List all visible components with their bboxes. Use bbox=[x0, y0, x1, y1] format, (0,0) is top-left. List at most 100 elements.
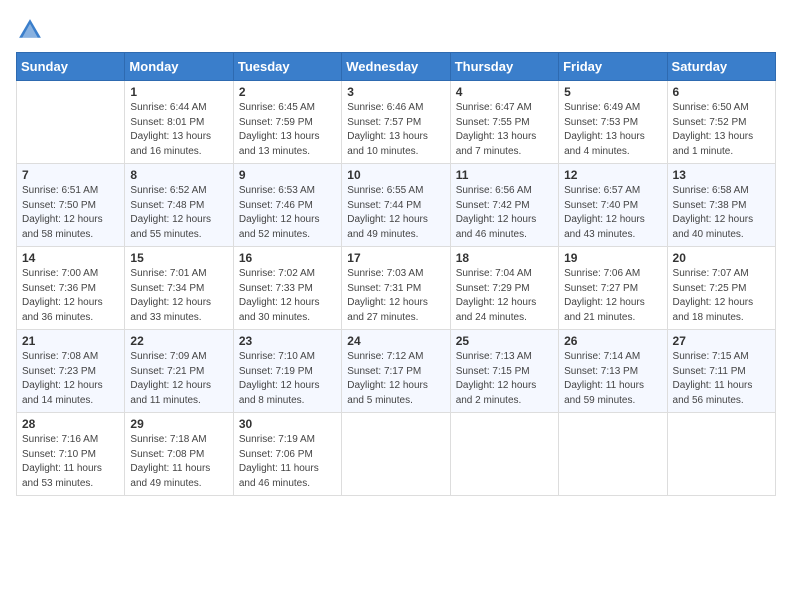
calendar-week-row: 21 Sunrise: 7:08 AMSunset: 7:23 PMDayligh… bbox=[17, 330, 776, 413]
day-info: Sunrise: 7:16 AMSunset: 7:10 PMDaylight:… bbox=[22, 433, 119, 491]
calendar-cell: 20 Sunrise: 7:07 AMSunset: 7:25 PMDayligh… bbox=[667, 247, 775, 330]
day-info: Sunrise: 6:58 AMSunset: 7:38 PMDaylight:… bbox=[673, 184, 770, 242]
day-number: 20 bbox=[673, 251, 770, 265]
day-info: Sunrise: 6:52 AMSunset: 7:48 PMDaylight:… bbox=[130, 184, 227, 242]
logo bbox=[16, 16, 48, 44]
day-info: Sunrise: 7:08 AMSunset: 7:23 PMDaylight:… bbox=[22, 350, 119, 408]
day-info: Sunrise: 7:14 AMSunset: 7:13 PMDaylight:… bbox=[564, 350, 661, 408]
day-info: Sunrise: 6:47 AMSunset: 7:55 PMDaylight:… bbox=[456, 101, 553, 159]
calendar-cell: 5Sunrise: 6:49 AMSunset: 7:53 PMDaylight… bbox=[559, 81, 667, 164]
day-info: Sunrise: 7:01 AMSunset: 7:34 PMDaylight:… bbox=[130, 267, 227, 325]
day-number: 14 bbox=[22, 251, 119, 265]
calendar-cell: 6 Sunrise: 6:50 AMSunset: 7:52 PMDaylight… bbox=[667, 81, 775, 164]
calendar-week-row: 1 Sunrise: 6:44 AMSunset: 8:01 PMDaylight… bbox=[17, 81, 776, 164]
calendar-cell: 23 Sunrise: 7:10 AMSunset: 7:19 PMDayligh… bbox=[233, 330, 341, 413]
calendar-cell: 19 Sunrise: 7:06 AMSunset: 7:27 PMDayligh… bbox=[559, 247, 667, 330]
day-info: Sunrise: 7:03 AMSunset: 7:31 PMDaylight:… bbox=[347, 267, 444, 325]
day-info: Sunrise: 7:10 AMSunset: 7:19 PMDaylight:… bbox=[239, 350, 336, 408]
day-number: 19 bbox=[564, 251, 661, 265]
calendar-week-row: 7 Sunrise: 6:51 AMSunset: 7:50 PMDaylight… bbox=[17, 164, 776, 247]
calendar-table: SundayMondayTuesdayWednesdayThursdayFrid… bbox=[16, 52, 776, 496]
calendar-cell: 22 Sunrise: 7:09 AMSunset: 7:21 PMDayligh… bbox=[125, 330, 233, 413]
day-number: 1 bbox=[130, 85, 227, 99]
calendar-cell bbox=[450, 413, 558, 496]
day-number: 24 bbox=[347, 334, 444, 348]
day-info: Sunrise: 6:53 AMSunset: 7:46 PMDaylight:… bbox=[239, 184, 336, 242]
calendar-cell: 10 Sunrise: 6:55 AMSunset: 7:44 PMDayligh… bbox=[342, 164, 450, 247]
calendar-cell bbox=[559, 413, 667, 496]
calendar-cell: 26 Sunrise: 7:14 AMSunset: 7:13 PMDayligh… bbox=[559, 330, 667, 413]
page-header bbox=[16, 16, 776, 44]
day-number: 25 bbox=[456, 334, 553, 348]
calendar-cell: 11 Sunrise: 6:56 AMSunset: 7:42 PMDayligh… bbox=[450, 164, 558, 247]
day-number: 28 bbox=[22, 417, 119, 431]
calendar-header-row: SundayMondayTuesdayWednesdayThursdayFrid… bbox=[17, 53, 776, 81]
day-of-week-header: Wednesday bbox=[342, 53, 450, 81]
day-number: 2 bbox=[239, 85, 336, 99]
day-info: Sunrise: 6:45 AMSunset: 7:59 PMDaylight:… bbox=[239, 101, 336, 159]
calendar-cell: 18 Sunrise: 7:04 AMSunset: 7:29 PMDayligh… bbox=[450, 247, 558, 330]
day-info: Sunrise: 7:00 AMSunset: 7:36 PMDaylight:… bbox=[22, 267, 119, 325]
day-info: Sunrise: 6:51 AMSunset: 7:50 PMDaylight:… bbox=[22, 184, 119, 242]
day-number: 21 bbox=[22, 334, 119, 348]
calendar-cell: 30 Sunrise: 7:19 AMSunset: 7:06 PMDayligh… bbox=[233, 413, 341, 496]
day-number: 30 bbox=[239, 417, 336, 431]
day-number: 17 bbox=[347, 251, 444, 265]
day-info: Sunrise: 6:44 AMSunset: 8:01 PMDaylight:… bbox=[130, 101, 227, 159]
calendar-cell: 25 Sunrise: 7:13 AMSunset: 7:15 PMDayligh… bbox=[450, 330, 558, 413]
calendar-cell: 29Sunrise: 7:18 AMSunset: 7:08 PMDayligh… bbox=[125, 413, 233, 496]
day-info: Sunrise: 7:19 AMSunset: 7:06 PMDaylight:… bbox=[239, 433, 336, 491]
day-number: 6 bbox=[673, 85, 770, 99]
calendar-cell bbox=[667, 413, 775, 496]
logo-icon bbox=[16, 16, 44, 44]
day-of-week-header: Friday bbox=[559, 53, 667, 81]
day-number: 15 bbox=[130, 251, 227, 265]
day-number: 8 bbox=[130, 168, 227, 182]
day-number: 27 bbox=[673, 334, 770, 348]
calendar-cell: 2 Sunrise: 6:45 AMSunset: 7:59 PMDaylight… bbox=[233, 81, 341, 164]
day-number: 4 bbox=[456, 85, 553, 99]
day-info: Sunrise: 7:07 AMSunset: 7:25 PMDaylight:… bbox=[673, 267, 770, 325]
day-number: 13 bbox=[673, 168, 770, 182]
day-number: 16 bbox=[239, 251, 336, 265]
day-number: 10 bbox=[347, 168, 444, 182]
day-info: Sunrise: 7:12 AMSunset: 7:17 PMDaylight:… bbox=[347, 350, 444, 408]
day-info: Sunrise: 7:04 AMSunset: 7:29 PMDaylight:… bbox=[456, 267, 553, 325]
day-info: Sunrise: 6:55 AMSunset: 7:44 PMDaylight:… bbox=[347, 184, 444, 242]
calendar-cell bbox=[17, 81, 125, 164]
calendar-cell: 4 Sunrise: 6:47 AMSunset: 7:55 PMDaylight… bbox=[450, 81, 558, 164]
day-info: Sunrise: 6:57 AMSunset: 7:40 PMDaylight:… bbox=[564, 184, 661, 242]
day-number: 22 bbox=[130, 334, 227, 348]
calendar-cell: 16Sunrise: 7:02 AMSunset: 7:33 PMDayligh… bbox=[233, 247, 341, 330]
calendar-week-row: 28 Sunrise: 7:16 AMSunset: 7:10 PMDayligh… bbox=[17, 413, 776, 496]
day-info: Sunrise: 7:09 AMSunset: 7:21 PMDaylight:… bbox=[130, 350, 227, 408]
day-info: Sunrise: 7:15 AMSunset: 7:11 PMDaylight:… bbox=[673, 350, 770, 408]
day-of-week-header: Thursday bbox=[450, 53, 558, 81]
calendar-week-row: 14 Sunrise: 7:00 AMSunset: 7:36 PMDayligh… bbox=[17, 247, 776, 330]
day-info: Sunrise: 7:13 AMSunset: 7:15 PMDaylight:… bbox=[456, 350, 553, 408]
day-of-week-header: Saturday bbox=[667, 53, 775, 81]
calendar-cell: 28 Sunrise: 7:16 AMSunset: 7:10 PMDayligh… bbox=[17, 413, 125, 496]
day-info: Sunrise: 6:56 AMSunset: 7:42 PMDaylight:… bbox=[456, 184, 553, 242]
day-number: 26 bbox=[564, 334, 661, 348]
calendar-cell: 7 Sunrise: 6:51 AMSunset: 7:50 PMDaylight… bbox=[17, 164, 125, 247]
calendar-cell: 27 Sunrise: 7:15 AMSunset: 7:11 PMDayligh… bbox=[667, 330, 775, 413]
calendar-cell: 15 Sunrise: 7:01 AMSunset: 7:34 PMDayligh… bbox=[125, 247, 233, 330]
calendar-cell: 8 Sunrise: 6:52 AMSunset: 7:48 PMDaylight… bbox=[125, 164, 233, 247]
day-number: 3 bbox=[347, 85, 444, 99]
day-info: Sunrise: 7:18 AMSunset: 7:08 PMDaylight:… bbox=[130, 433, 227, 491]
day-number: 11 bbox=[456, 168, 553, 182]
day-number: 23 bbox=[239, 334, 336, 348]
day-number: 18 bbox=[456, 251, 553, 265]
day-of-week-header: Tuesday bbox=[233, 53, 341, 81]
calendar-cell bbox=[342, 413, 450, 496]
calendar-cell: 12 Sunrise: 6:57 AMSunset: 7:40 PMDayligh… bbox=[559, 164, 667, 247]
day-info: Sunrise: 6:46 AMSunset: 7:57 PMDaylight:… bbox=[347, 101, 444, 159]
day-number: 12 bbox=[564, 168, 661, 182]
day-info: Sunrise: 6:49 AMSunset: 7:53 PMDaylight:… bbox=[564, 101, 661, 159]
day-number: 7 bbox=[22, 168, 119, 182]
day-info: Sunrise: 6:50 AMSunset: 7:52 PMDaylight:… bbox=[673, 101, 770, 159]
calendar-cell: 17 Sunrise: 7:03 AMSunset: 7:31 PMDayligh… bbox=[342, 247, 450, 330]
day-number: 9 bbox=[239, 168, 336, 182]
day-info: Sunrise: 7:06 AMSunset: 7:27 PMDaylight:… bbox=[564, 267, 661, 325]
